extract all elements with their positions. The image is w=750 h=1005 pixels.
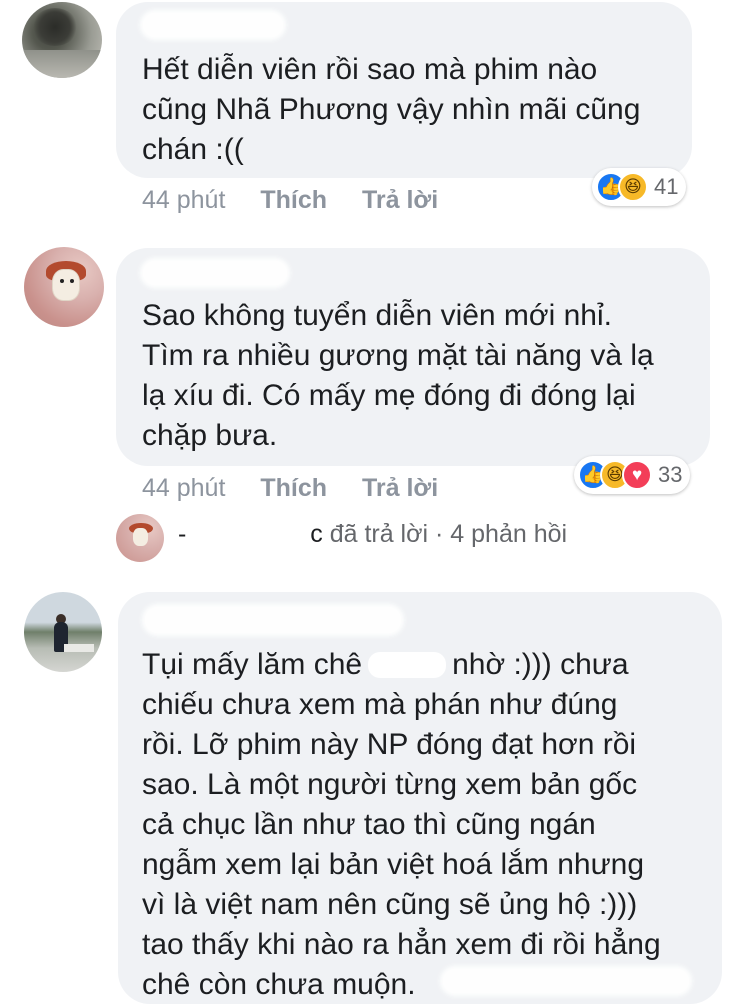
reply-avatar[interactable] (116, 514, 164, 562)
reply-button[interactable]: Trả lời (362, 474, 438, 502)
redacted-word (368, 652, 447, 678)
redacted-text (440, 966, 692, 996)
comment-text: Tụi mấy lăm chê nhờ :))) chưa chiếu chưa … (142, 648, 661, 1001)
reply-button[interactable]: Trả lời (362, 186, 438, 214)
reaction-summary[interactable]: 👍 😆 41 (592, 168, 687, 206)
view-replies-link[interactable]: - c đã trả lời · 4 phản hồi (178, 520, 567, 549)
comment-time[interactable]: 44 phút (142, 474, 225, 502)
comment-text: Hết diễn viên rồi sao mà phim nào cũng N… (142, 53, 641, 166)
reaction-count: 33 (658, 462, 683, 487)
like-button[interactable]: Thích (260, 474, 327, 502)
like-button[interactable]: Thích (260, 186, 327, 214)
comment-meta: 44 phút Thích Trả lời (142, 186, 438, 215)
haha-icon: 😆 (618, 172, 648, 202)
reaction-count: 41 (654, 174, 679, 199)
redacted-name (140, 10, 286, 40)
reaction-summary[interactable]: 👍 😆 ♥ 33 (574, 456, 691, 494)
comment-text: Sao không tuyển diễn viên mới nhỉ. Tìm r… (142, 299, 654, 452)
commenter-avatar[interactable] (24, 592, 102, 672)
comment-time[interactable]: 44 phút (142, 186, 225, 214)
commenter-avatar[interactable] (24, 247, 104, 327)
comment-meta: 44 phút Thích Trả lời (142, 474, 438, 503)
redacted-name (140, 258, 290, 288)
redacted-name (142, 604, 404, 636)
commenter-avatar[interactable] (22, 2, 102, 78)
love-icon: ♥ (622, 460, 652, 490)
